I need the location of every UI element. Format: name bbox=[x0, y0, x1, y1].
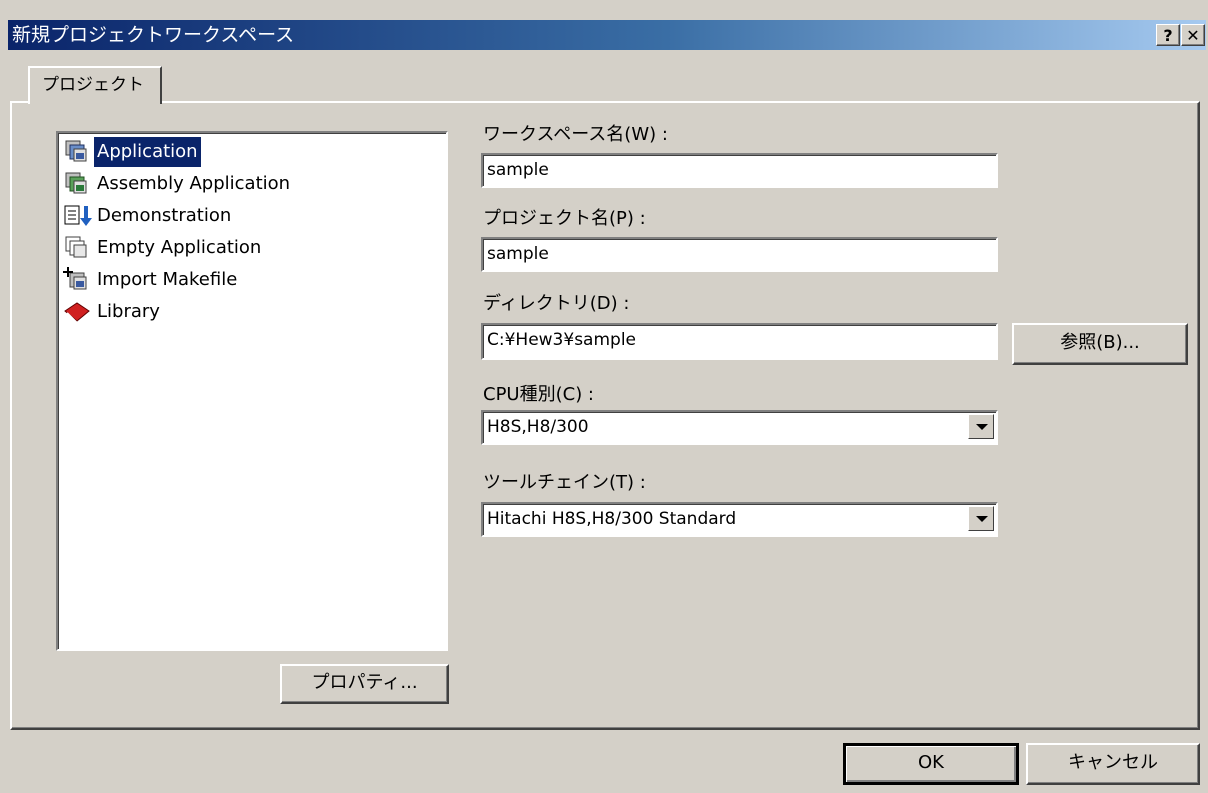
properties-button[interactable]: プロパティ... bbox=[280, 664, 449, 704]
library-icon bbox=[62, 297, 92, 327]
application-icon bbox=[62, 137, 92, 167]
workspace-name-label: ワークスペース名(W) : bbox=[483, 124, 668, 145]
list-item-label: Assembly Application bbox=[97, 173, 291, 194]
empty-application-icon bbox=[62, 233, 92, 263]
list-item[interactable]: Application bbox=[62, 137, 201, 167]
window-title: 新規プロジェクトワークスペース bbox=[12, 24, 295, 46]
project-type-list[interactable]: Application Assembly Application Demonst… bbox=[56, 131, 448, 651]
browse-button[interactable]: 参照(B)... bbox=[1012, 323, 1188, 365]
workspace-name-input[interactable]: sample bbox=[481, 153, 998, 188]
close-button[interactable]: ✕ bbox=[1181, 24, 1205, 46]
cpu-type-label: CPU種別(C) : bbox=[483, 384, 594, 405]
directory-value: C:¥Hew3¥sample bbox=[487, 330, 636, 350]
project-name-value: sample bbox=[487, 244, 549, 264]
assembly-application-icon bbox=[62, 169, 92, 199]
list-item[interactable]: Empty Application bbox=[62, 233, 264, 263]
list-item[interactable]: Demonstration bbox=[62, 201, 234, 231]
list-item[interactable]: Library bbox=[62, 297, 163, 327]
list-item[interactable]: Assembly Application bbox=[62, 169, 293, 199]
chevron-down-icon[interactable] bbox=[968, 414, 994, 439]
help-button[interactable]: ? bbox=[1156, 24, 1180, 46]
toolchain-label: ツールチェイン(T) : bbox=[483, 472, 646, 493]
project-name-input[interactable]: sample bbox=[481, 237, 998, 272]
list-item-label: Library bbox=[97, 301, 160, 322]
tab-project[interactable]: プロジェクト bbox=[28, 66, 162, 104]
list-item-label: Demonstration bbox=[97, 205, 232, 226]
toolchain-select[interactable]: Hitachi H8S,H8/300 Standard bbox=[481, 502, 998, 537]
ok-button[interactable]: OK bbox=[843, 743, 1019, 785]
directory-input[interactable]: C:¥Hew3¥sample bbox=[481, 323, 998, 360]
new-project-workspace-dialog: 新規プロジェクトワークスペース ? ✕ プロジェクト Application A… bbox=[0, 0, 1208, 793]
workspace-name-value: sample bbox=[487, 160, 549, 180]
chevron-down-icon[interactable] bbox=[968, 506, 994, 531]
toolchain-value: Hitachi H8S,H8/300 Standard bbox=[487, 509, 737, 529]
directory-label: ディレクトリ(D) : bbox=[483, 293, 630, 314]
project-name-label: プロジェクト名(P) : bbox=[483, 208, 646, 229]
list-item-label: Import Makefile bbox=[97, 269, 238, 290]
demonstration-icon bbox=[62, 201, 92, 231]
import-makefile-icon bbox=[62, 265, 92, 295]
list-item[interactable]: Import Makefile bbox=[62, 265, 240, 295]
cancel-button[interactable]: キャンセル bbox=[1026, 743, 1200, 785]
list-item-label: Application bbox=[94, 137, 201, 167]
cpu-type-value: H8S,H8/300 bbox=[487, 417, 589, 437]
cpu-type-select[interactable]: H8S,H8/300 bbox=[481, 410, 998, 445]
title-bar[interactable]: 新規プロジェクトワークスペース ? ✕ bbox=[8, 20, 1206, 50]
list-item-label: Empty Application bbox=[97, 237, 262, 258]
